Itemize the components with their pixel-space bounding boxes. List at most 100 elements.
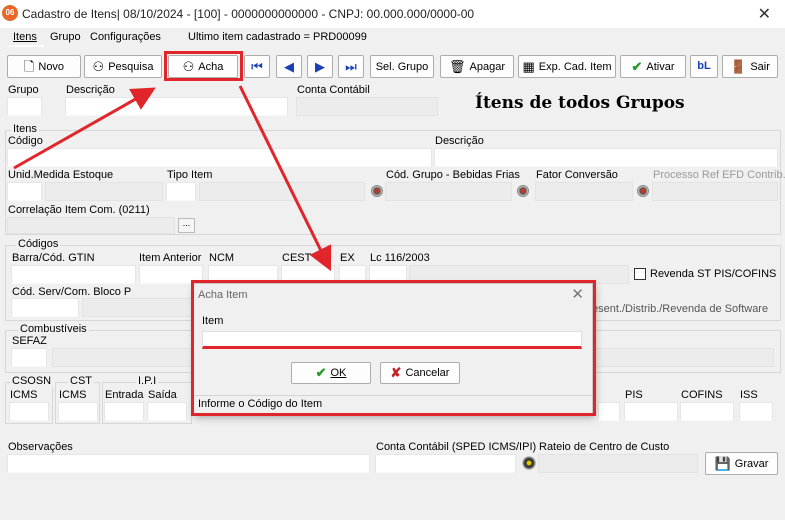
- gravar-button[interactable]: 💾 Gravar: [705, 452, 778, 475]
- gravar-label: Gravar: [734, 457, 769, 470]
- sair-label: Sair: [750, 60, 770, 73]
- sel-grupo-label: Sel. Grupo: [375, 60, 429, 73]
- correlacao-field: [7, 217, 175, 234]
- sefaz-field[interactable]: [11, 348, 47, 367]
- table-icon: ▦: [522, 59, 535, 74]
- codigo-label: Código: [8, 135, 43, 147]
- apagar-label: Apagar: [469, 60, 505, 73]
- first-icon: ⏮: [251, 59, 263, 74]
- conta-sped-lookup-icon[interactable]: [522, 456, 536, 470]
- conta-contabil-field: [296, 97, 438, 116]
- last-icon: ⏭: [345, 59, 357, 74]
- tipo-item-field[interactable]: [166, 182, 196, 201]
- sair-button[interactable]: 🚪 Sair: [722, 55, 778, 78]
- cofins-field[interactable]: [680, 402, 734, 421]
- descricao-field[interactable]: [434, 148, 778, 167]
- cst-title: CST: [68, 375, 94, 387]
- cofins-label: COFINS: [681, 389, 723, 401]
- tax-extra-field[interactable]: [598, 402, 620, 421]
- checkmark-icon: ✔: [631, 59, 643, 74]
- novo-label: Novo: [38, 60, 65, 73]
- rateio-field: [538, 454, 698, 473]
- cod-grupo-field: [385, 182, 512, 201]
- csosn-icms-field[interactable]: [9, 402, 49, 421]
- sel-grupo-button[interactable]: Sel. Grupo: [370, 55, 434, 78]
- observacoes-label: Observações: [8, 441, 73, 453]
- menu-configuracoes[interactable]: Configurações: [90, 31, 161, 43]
- pis-field[interactable]: [624, 402, 678, 421]
- last-item-info: Ultimo item cadastrado = PRD00099: [188, 31, 367, 43]
- trash-icon: 🗑: [449, 59, 466, 74]
- exit-door-icon: 🚪: [730, 59, 747, 74]
- saida-label: Saída: [148, 389, 177, 401]
- cst-icms-field[interactable]: [58, 402, 98, 421]
- acha-highlight-box: [164, 51, 243, 81]
- correlacao-dots-button[interactable]: ...: [178, 218, 195, 233]
- unid-medida-label: Unid.Medida Estoque: [8, 169, 114, 181]
- bl-logo-icon: bL: [697, 60, 711, 72]
- pesquisa-button[interactable]: ⚇ Pesquisa: [84, 55, 162, 78]
- next-icon: ▶: [315, 59, 325, 74]
- cod-grupo-lookup-icon[interactable]: [371, 185, 383, 197]
- cest-label: CEST: [282, 252, 312, 264]
- ipi-title: I.P.I: [136, 375, 159, 387]
- descricao-header-field[interactable]: [65, 97, 288, 116]
- observacoes-field[interactable]: [7, 454, 370, 473]
- processo-ref-field: [652, 182, 778, 201]
- menu-grupo[interactable]: Grupo: [50, 31, 81, 43]
- revenda-st-label: Revenda ST PIS/COFINS: [650, 268, 777, 280]
- processo-lookup-icon[interactable]: [637, 185, 649, 197]
- revenda-software-label: esent./Distrib./Revenda de Software: [592, 303, 769, 315]
- codigo-field[interactable]: [7, 148, 432, 167]
- bl-button[interactable]: bL: [690, 55, 718, 78]
- itens-group-title: Itens: [11, 123, 39, 135]
- active-menu-underline: [8, 45, 44, 47]
- next-record-button[interactable]: ▶: [307, 55, 333, 78]
- ativar-label: Ativar: [646, 60, 675, 73]
- barra-label: Barra/Cód. GTIN: [12, 252, 95, 264]
- fator-lookup-icon[interactable]: [517, 185, 529, 197]
- window-title: Cadastro de Itens| 08/10/2024 - [100] - …: [22, 7, 475, 21]
- previous-record-button[interactable]: ◀: [276, 55, 302, 78]
- app-icon: 06: [2, 5, 18, 21]
- title-bar: 06 Cadastro de Itens| 08/10/2024 - [100]…: [0, 0, 785, 28]
- pis-label: PIS: [625, 389, 643, 401]
- iss-field[interactable]: [739, 402, 773, 421]
- csosn-title: CSOSN: [10, 375, 54, 387]
- pesquisa-label: Pesquisa: [108, 60, 154, 73]
- ipi-saida-field[interactable]: [147, 402, 187, 421]
- cod-serv-field[interactable]: [11, 298, 79, 317]
- barra-field[interactable]: [11, 265, 136, 284]
- unid-medida-field[interactable]: [7, 182, 42, 201]
- previous-icon: ◀: [284, 59, 294, 74]
- descricao-label: Descrição: [435, 135, 484, 147]
- window-close-button[interactable]: ✕: [758, 4, 771, 24]
- exp-cad-item-button[interactable]: ▦ Exp. Cad. Item: [518, 55, 616, 78]
- descricao-header-label: Descrição: [66, 84, 115, 96]
- ncm-label: NCM: [209, 252, 235, 264]
- combustiveis-group-title: Combustíveis: [18, 323, 89, 335]
- ipi-entrada-field[interactable]: [104, 402, 144, 421]
- first-record-button[interactable]: ⏮: [244, 55, 270, 78]
- apagar-button[interactable]: 🗑 Apagar: [440, 55, 514, 78]
- conta-sped-label: Conta Contábil (SPED ICMS/IPI): [376, 441, 537, 453]
- grupo-label: Grupo: [8, 84, 39, 96]
- last-record-button[interactable]: ⏭: [338, 55, 364, 78]
- grupo-field[interactable]: [7, 97, 42, 116]
- processo-ref-label: Processo Ref EFD Contrib.: [653, 169, 785, 181]
- ativar-button[interactable]: ✔ Ativar: [620, 55, 686, 78]
- lc-label: Lc 116/2003: [370, 252, 430, 264]
- menu-itens[interactable]: Itens: [13, 31, 37, 43]
- tipo-item-label: Tipo Item: [167, 169, 213, 181]
- conta-sped-field[interactable]: [375, 454, 516, 473]
- sefaz-label: SEFAZ: [12, 335, 47, 347]
- novo-button[interactable]: 🗋 Novo: [7, 55, 81, 78]
- codigos-group-title: Códigos: [16, 238, 61, 250]
- revenda-st-checkbox[interactable]: [634, 268, 646, 280]
- iss-label: ISS: [740, 389, 758, 401]
- unid-medida-desc-field: [45, 182, 163, 201]
- correlacao-label: Correlação Item Com. (0211): [8, 204, 150, 216]
- icms2-label: ICMS: [59, 389, 87, 401]
- rateio-label: Rateio de Centro de Custo: [539, 441, 670, 453]
- fator-conversao-label: Fator Conversão: [536, 169, 618, 181]
